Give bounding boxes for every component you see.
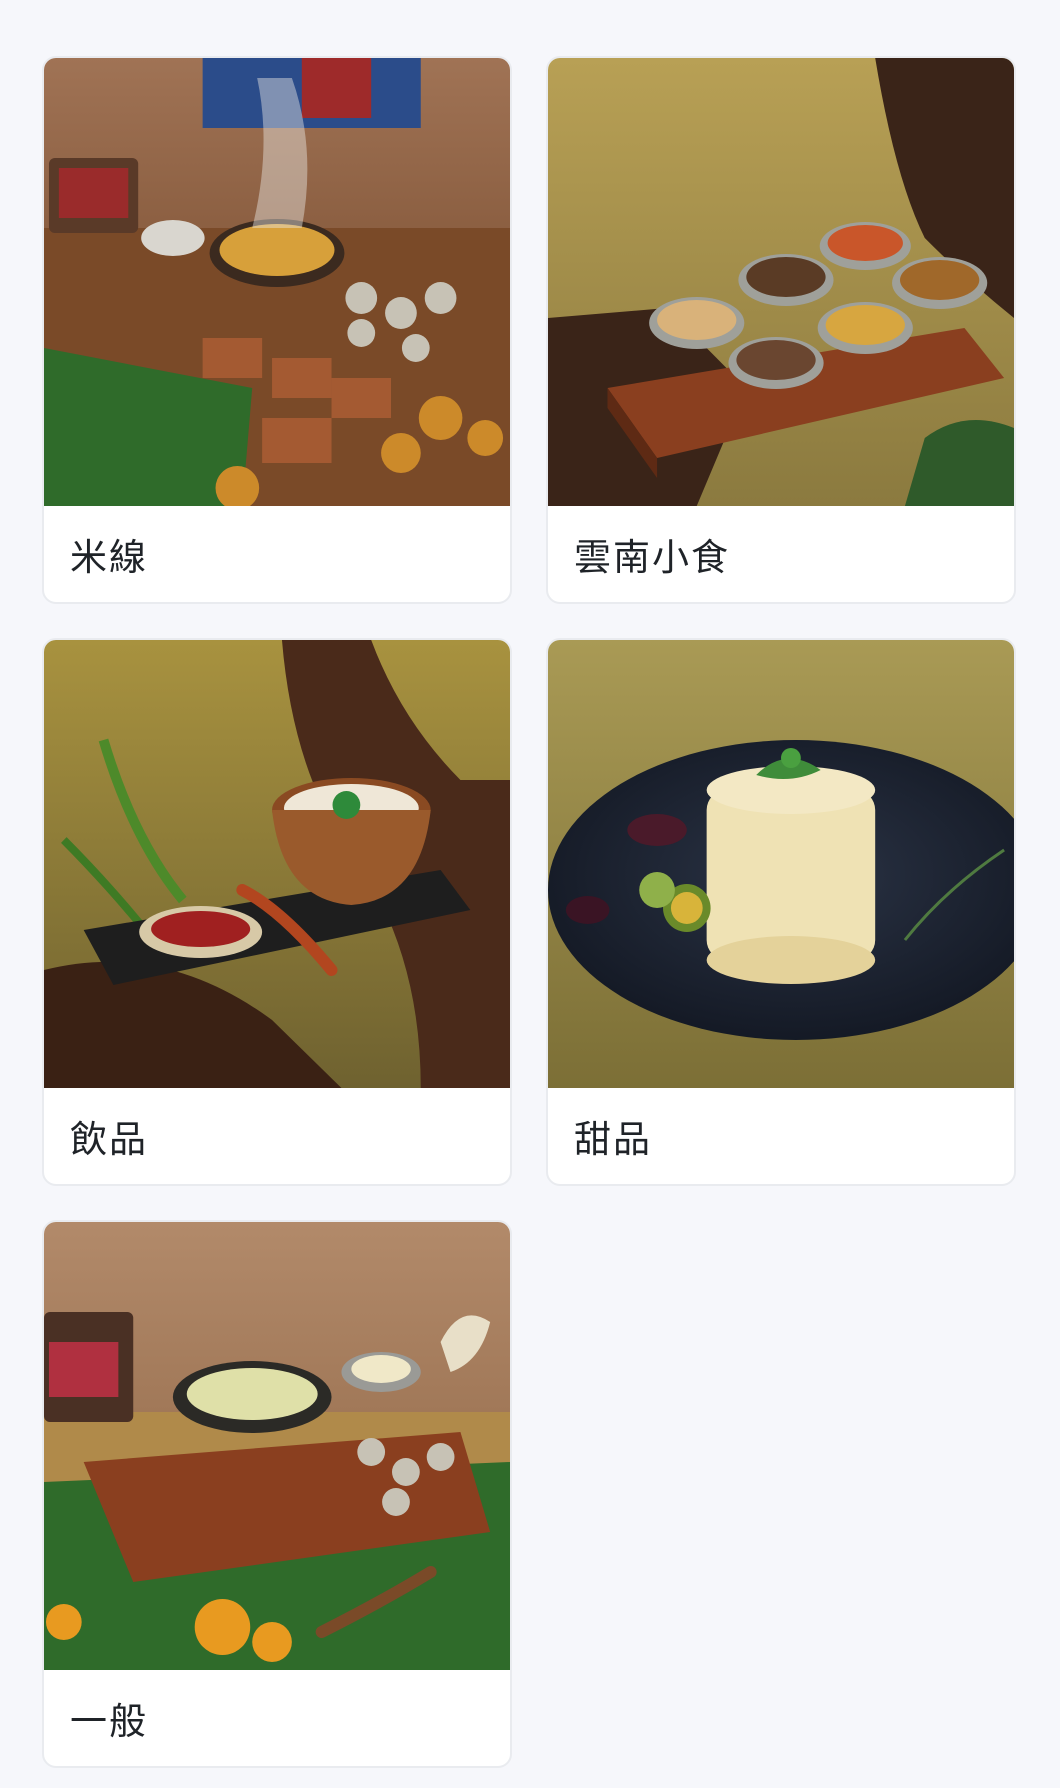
dessert-plate-photo bbox=[548, 640, 1014, 1088]
category-card-yunnan-snacks[interactable]: 雲南小食 bbox=[546, 56, 1016, 604]
category-card-general[interactable]: 一般 bbox=[42, 1220, 512, 1768]
category-label: 米線 bbox=[70, 536, 148, 579]
rice-noodle-feast-photo bbox=[44, 58, 510, 506]
category-card-drinks[interactable]: 飲品 bbox=[42, 638, 512, 1186]
category-label: 飲品 bbox=[70, 1118, 148, 1161]
yunnan-snacks-bowls-photo bbox=[548, 58, 1014, 506]
category-grid: 米線 雲南小食 飲品 甜品 一般 bbox=[42, 56, 1020, 1768]
general-feast-photo bbox=[44, 1222, 510, 1670]
category-label: 雲南小食 bbox=[574, 536, 730, 579]
category-label: 甜品 bbox=[574, 1118, 652, 1161]
drinks-bowl-photo bbox=[44, 640, 510, 1088]
category-label: 一般 bbox=[70, 1700, 148, 1743]
category-card-dessert[interactable]: 甜品 bbox=[546, 638, 1016, 1186]
category-card-rice-noodle[interactable]: 米線 bbox=[42, 56, 512, 604]
